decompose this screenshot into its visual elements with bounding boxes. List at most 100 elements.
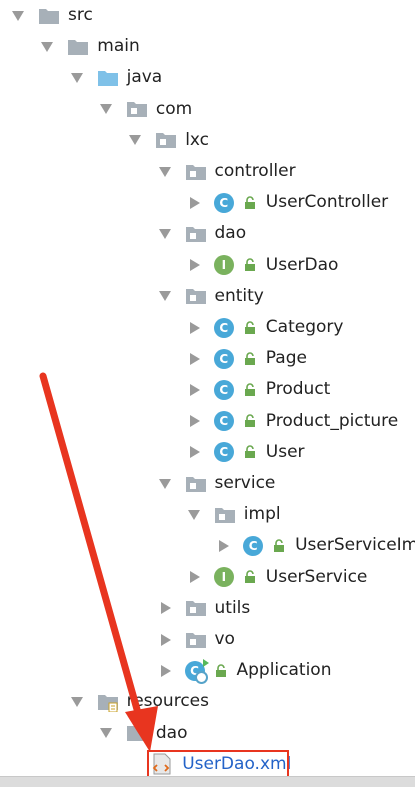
source-folder-icon [97, 66, 121, 90]
folder-icon [126, 721, 150, 745]
spring-boot-class-icon: C [184, 658, 209, 684]
tree-item-label: UserController [265, 192, 389, 213]
package-icon [185, 596, 209, 620]
tree-item-page[interactable]: C Page [184, 343, 307, 374]
tree-item-lxc[interactable]: lxc [125, 125, 209, 156]
tree-item-utils[interactable]: utils [155, 593, 251, 624]
tree-item-usercontroller[interactable]: C UserController [184, 187, 388, 218]
tree-item-vo[interactable]: vo [155, 624, 235, 655]
tree-item-service[interactable]: service [155, 468, 276, 499]
package-icon [126, 97, 150, 121]
class-icon: C [213, 440, 238, 464]
collapsed-arrow-icon[interactable] [184, 411, 204, 431]
collapsed-arrow-icon[interactable] [184, 255, 204, 275]
lock-icon [244, 257, 258, 273]
package-icon [185, 472, 209, 496]
expanded-arrow-icon[interactable] [67, 692, 87, 712]
package-icon [155, 128, 179, 152]
lock-icon [215, 663, 229, 679]
tree-item-main[interactable]: main [37, 31, 140, 62]
tree-item-application[interactable]: C Application [155, 655, 332, 686]
lock-icon [244, 444, 258, 460]
tree-item-com[interactable]: com [96, 94, 192, 125]
folder-icon [67, 35, 91, 59]
collapsed-arrow-icon[interactable] [155, 661, 175, 681]
collapsed-arrow-icon[interactable] [155, 598, 175, 618]
collapsed-arrow-icon[interactable] [184, 442, 204, 462]
expanded-arrow-icon[interactable] [155, 474, 175, 494]
expanded-arrow-icon[interactable] [37, 37, 57, 57]
tree-item-userserviceimpl[interactable]: C UserServiceImp [213, 530, 415, 561]
tree-item-label: main [97, 36, 140, 57]
expanded-arrow-icon[interactable] [155, 286, 175, 306]
tree-item-src[interactable]: src [8, 0, 93, 31]
expanded-arrow-icon[interactable] [125, 130, 145, 150]
tree-item-label: controller [214, 161, 296, 181]
expanded-arrow-icon[interactable] [96, 99, 116, 119]
lock-icon [244, 382, 258, 398]
collapsed-arrow-icon[interactable] [213, 536, 233, 556]
horizontal-scrollbar[interactable] [0, 776, 415, 787]
annotation-highlight-box [147, 750, 289, 778]
package-icon [214, 503, 238, 527]
tree-item-userservice[interactable]: I UserService [184, 562, 368, 593]
class-icon: C [213, 191, 238, 215]
tree-item-label: vo [214, 629, 235, 649]
expanded-arrow-icon[interactable] [155, 224, 175, 244]
tree-item-category[interactable]: C Category [184, 312, 344, 343]
tree-item-label: Product_picture [265, 410, 399, 431]
collapsed-arrow-icon[interactable] [184, 567, 204, 587]
collapsed-arrow-icon[interactable] [184, 380, 204, 400]
tree-item-label: service [214, 473, 276, 493]
tree-item-controller[interactable]: controller [155, 156, 296, 187]
interface-icon: I [213, 253, 238, 277]
collapsed-arrow-icon[interactable] [184, 318, 204, 338]
class-icon: C [213, 378, 238, 402]
package-icon [185, 628, 209, 652]
class-icon: C [213, 409, 238, 433]
tree-item-label: Category [265, 317, 344, 337]
tree-item-java[interactable]: java [67, 62, 163, 93]
project-tree: src main java com lxc controller C UserControll… [0, 0, 415, 776]
interface-icon: I [213, 565, 238, 589]
lock-icon [244, 320, 258, 336]
package-icon [185, 284, 209, 308]
tree-item-label: UserService [265, 566, 368, 587]
package-icon [185, 160, 209, 184]
expanded-arrow-icon[interactable] [155, 162, 175, 182]
tree-item-label: impl [243, 504, 281, 525]
expanded-arrow-icon[interactable] [184, 505, 204, 525]
tree-item-label: UserDao [265, 254, 339, 275]
collapsed-arrow-icon[interactable] [184, 349, 204, 369]
lock-icon [244, 351, 258, 367]
tree-item-label: Application [236, 660, 332, 681]
tree-item-entity[interactable]: entity [155, 281, 264, 312]
tree-item-dao-package[interactable]: dao [155, 218, 246, 249]
resources-folder-icon [97, 690, 121, 714]
lock-icon [244, 569, 258, 585]
tree-item-product[interactable]: C Product [184, 374, 330, 405]
lock-icon [273, 538, 287, 554]
tree-item-dao-resources[interactable]: dao [96, 718, 188, 749]
tree-item-resources[interactable]: resources [67, 686, 209, 717]
class-icon: C [243, 534, 267, 558]
expanded-arrow-icon[interactable] [67, 68, 87, 88]
class-icon: C [213, 316, 238, 340]
tree-item-label: lxc [185, 129, 210, 150]
collapsed-arrow-icon[interactable] [184, 193, 204, 213]
tree-item-label: UserServiceImp [295, 535, 415, 556]
tree-item-label: resources [126, 691, 209, 712]
expanded-arrow-icon[interactable] [8, 6, 28, 26]
expanded-arrow-icon[interactable] [96, 723, 116, 743]
folder-icon [38, 4, 62, 28]
tree-item-product-picture[interactable]: C Product_picture [184, 406, 398, 437]
tree-item-userdao[interactable]: I UserDao [184, 250, 339, 281]
class-icon: C [213, 347, 238, 371]
tree-item-label: utils [214, 597, 251, 618]
tree-item-user[interactable]: C User [184, 437, 305, 468]
tree-item-label: src [68, 5, 93, 25]
collapsed-arrow-icon[interactable] [155, 630, 175, 650]
tree-item-label: java [126, 67, 163, 88]
tree-item-label: com [155, 98, 193, 119]
tree-item-impl[interactable]: impl [184, 499, 281, 530]
